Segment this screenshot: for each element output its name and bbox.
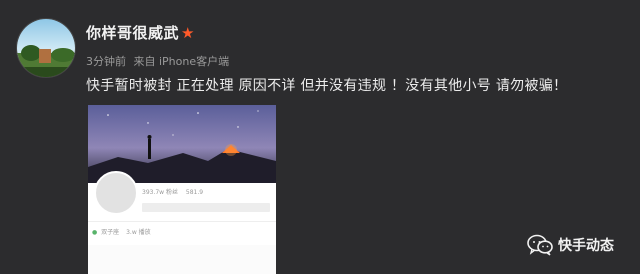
- screenshot-stat-followers: 393.7w 粉丝: [142, 189, 178, 196]
- username-text[interactable]: 你样哥很威武: [86, 24, 179, 42]
- screenshot-tag-zodiac: 双子座: [101, 229, 120, 236]
- green-dot-icon: ●: [92, 229, 98, 236]
- screenshot-divider: [88, 221, 276, 222]
- attached-screenshot[interactable]: 393.7w 粉丝 581.9 ● 双子座 3.w 播放: [88, 105, 276, 274]
- screenshot-profile-avatar: [94, 171, 138, 215]
- wechat-icon: [527, 234, 553, 256]
- user-avatar[interactable]: [16, 18, 76, 78]
- post-source[interactable]: 来自 iPhone客户端: [134, 55, 230, 68]
- screenshot-edit-bar: [142, 203, 270, 212]
- screenshot-tag-plays: 3.w 播放: [126, 229, 151, 236]
- watermark-label: 快手动态: [558, 238, 614, 254]
- username[interactable]: 你样哥很威武 ★: [86, 22, 195, 43]
- post-text: 快手暂时被封 正在处理 原因不详 但并没有违规 ！没有其他小号 请勿被骗！: [86, 78, 568, 94]
- screenshot-stat-following: 581.9: [185, 189, 204, 196]
- weibo-post: 你样哥很威武 ★ 3分钟前 来自 iPhone客户端 快手暂时被封 正在处理 原因…: [0, 0, 640, 274]
- post-time: 3分钟前: [86, 55, 126, 68]
- screenshot-stats: 393.7w 粉丝 581.9: [142, 187, 209, 196]
- red-star-icon: ★: [181, 24, 195, 42]
- post-meta: 3分钟前 来自 iPhone客户端: [86, 53, 233, 69]
- screenshot-tags: ● 双子座 3.w 播放: [92, 227, 156, 236]
- screenshot-blank-area: [88, 245, 276, 274]
- watermark: 快手动态: [527, 234, 614, 256]
